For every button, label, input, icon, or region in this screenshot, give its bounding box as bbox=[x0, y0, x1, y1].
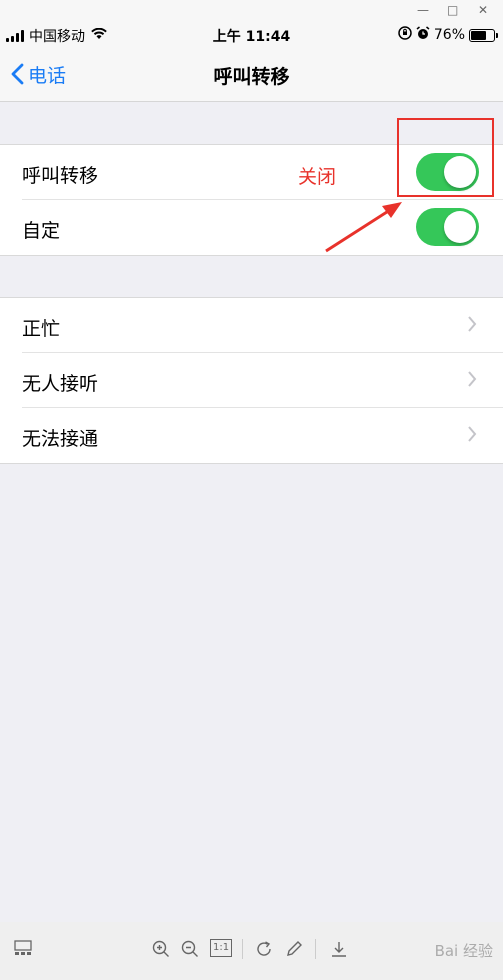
viewer-toolbar: 1:1 bbox=[0, 922, 503, 980]
annotation-arrow-icon bbox=[325, 202, 402, 253]
forwarding-conditions-group: 正忙 无人接听 无法接通 bbox=[0, 297, 503, 464]
zoom-in-icon[interactable] bbox=[152, 940, 170, 963]
chevron-right-icon bbox=[467, 314, 477, 338]
thumbnails-icon[interactable] bbox=[14, 940, 32, 961]
watermark: Bai 经验 bbox=[434, 942, 493, 960]
no-answer-label: 无人接听 bbox=[22, 373, 99, 395]
list-item-unreachable[interactable]: 无法接通 bbox=[0, 408, 503, 463]
rotate-icon[interactable] bbox=[255, 940, 273, 963]
chevron-right-icon bbox=[467, 424, 477, 448]
download-icon[interactable] bbox=[330, 940, 348, 963]
edit-icon[interactable] bbox=[285, 940, 303, 963]
list-item-busy[interactable]: 正忙 bbox=[0, 298, 503, 353]
unreachable-label: 无法接通 bbox=[22, 428, 99, 450]
list-item-no-answer[interactable]: 无人接听 bbox=[0, 353, 503, 408]
zoom-out-icon[interactable] bbox=[181, 940, 199, 963]
toolbar-divider bbox=[315, 939, 316, 959]
toolbar-divider bbox=[242, 939, 243, 959]
actual-size-icon[interactable]: 1:1 bbox=[210, 939, 233, 957]
busy-label: 正忙 bbox=[22, 318, 61, 340]
chevron-right-icon bbox=[467, 369, 477, 393]
